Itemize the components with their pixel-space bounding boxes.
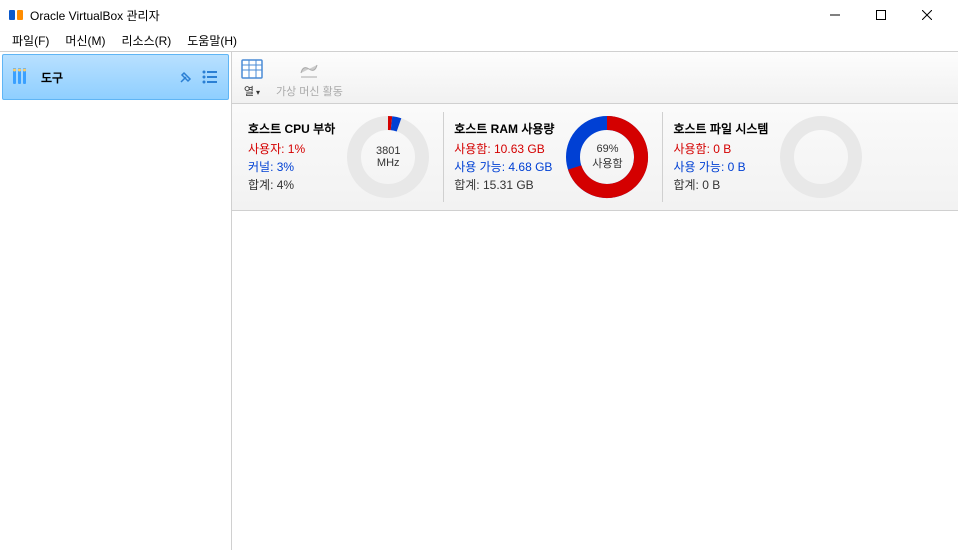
ram-center-unit: 사용함 <box>592 155 622 171</box>
toolbar-columns-label: 열▾ <box>244 83 260 99</box>
toolbar-activity-label: 가상 머신 활동 <box>276 83 343 99</box>
tools-label: 도구 <box>41 69 172 86</box>
menu-help[interactable]: 도움말(H) <box>179 30 245 51</box>
menu-machine[interactable]: 머신(M) <box>57 30 113 51</box>
cpu-total: 합계: 4% <box>248 176 335 194</box>
activity-icon <box>297 57 321 81</box>
fs-available: 사용 가능: 0 B <box>673 158 768 176</box>
stat-ram: 호스트 RAM 사용량 사용함: 10.63 GB 사용 가능: 4.68 GB… <box>444 112 663 202</box>
maximize-button[interactable] <box>858 0 904 30</box>
menubar: 파일(F) 머신(M) 리소스(R) 도움말(H) <box>0 30 958 52</box>
cpu-kernel: 커널: 3% <box>248 158 335 176</box>
content-toolbar: 열▾ 가상 머신 활동 <box>232 52 958 104</box>
window-title: Oracle VirtualBox 관리자 <box>30 7 812 24</box>
app-icon <box>8 7 24 23</box>
cpu-center-value: 3801 <box>376 145 400 157</box>
content-blank <box>232 211 958 550</box>
ram-title: 호스트 RAM 사용량 <box>454 120 554 138</box>
columns-icon <box>240 57 264 81</box>
sidebar: 도구 <box>0 52 232 550</box>
menu-resources[interactable]: 리소스(R) <box>113 30 179 51</box>
stat-fs: 호스트 파일 시스템 사용함: 0 B 사용 가능: 0 B 합계: 0 B <box>663 112 876 202</box>
list-icon[interactable] <box>200 67 220 87</box>
sidebar-item-tools[interactable]: 도구 <box>2 54 229 100</box>
ram-total: 합계: 15.31 GB <box>454 176 554 194</box>
cpu-donut: 3801 MHz <box>343 112 433 202</box>
fs-total: 합계: 0 B <box>673 176 768 194</box>
cpu-title: 호스트 CPU 부하 <box>248 120 335 138</box>
fs-title: 호스트 파일 시스템 <box>673 120 768 138</box>
titlebar: Oracle VirtualBox 관리자 <box>0 0 958 30</box>
ram-donut: 69% 사용함 <box>562 112 652 202</box>
menu-file[interactable]: 파일(F) <box>4 30 57 51</box>
ram-used: 사용함: 10.63 GB <box>454 140 554 158</box>
stat-cpu: 호스트 CPU 부하 사용자: 1% 커널: 3% 합계: 4% 3801 MH… <box>238 112 444 202</box>
cpu-center-unit: MHz <box>376 157 400 169</box>
cpu-user: 사용자: 1% <box>248 140 335 158</box>
toolbar-activity-button[interactable]: 가상 머신 활동 <box>276 57 343 99</box>
tools-icon <box>11 64 35 91</box>
ram-available: 사용 가능: 4.68 GB <box>454 158 554 176</box>
window-controls <box>812 0 950 30</box>
ram-center-value: 69% <box>592 143 622 155</box>
toolbar-columns-button[interactable]: 열▾ <box>240 57 264 99</box>
close-button[interactable] <box>904 0 950 30</box>
fs-used: 사용함: 0 B <box>673 140 768 158</box>
pin-icon[interactable] <box>176 67 196 87</box>
stats-panel: 호스트 CPU 부하 사용자: 1% 커널: 3% 합계: 4% 3801 MH… <box>232 104 958 211</box>
minimize-button[interactable] <box>812 0 858 30</box>
fs-donut <box>776 112 866 202</box>
